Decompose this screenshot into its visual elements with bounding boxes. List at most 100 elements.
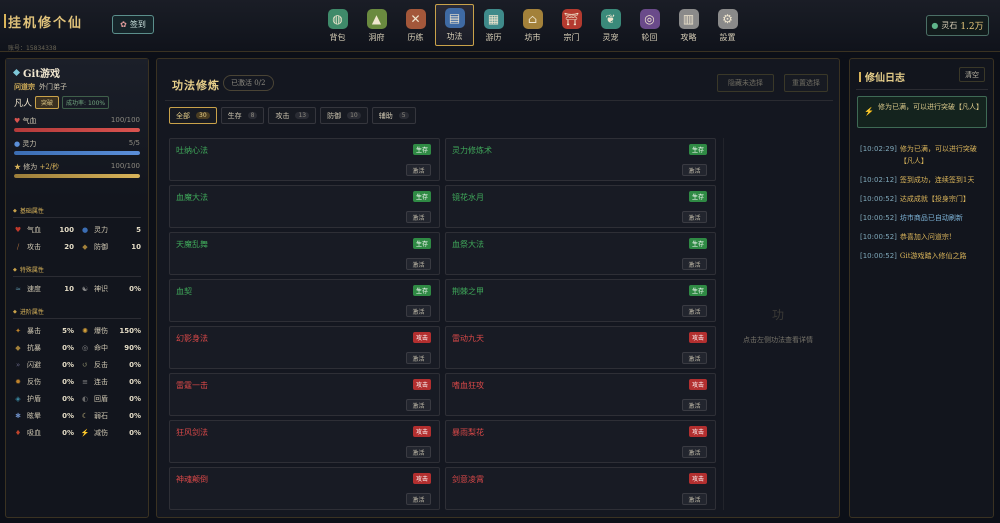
checkin-button[interactable]: ✿ 签到 [112, 15, 154, 34]
skill-card[interactable]: 雷霆一击 攻击 激活 [169, 373, 440, 416]
nav-item-gear[interactable]: ⚙ 設置 [708, 4, 747, 46]
attribute-name: 抗暴 [27, 343, 41, 352]
detail-hint: 点击左侧功法查看详情 [743, 336, 813, 344]
activate-button[interactable]: 激活 [406, 305, 431, 317]
stat-bar-fill [14, 128, 140, 132]
skill-name: 雷动九天 [452, 334, 484, 343]
activate-button[interactable]: 激活 [682, 211, 707, 223]
activate-button[interactable]: 激活 [682, 399, 707, 411]
log-panel: 修仙日志 清空 ⚡ 修为已满，可以进行突破【凡人】 [10:02:29] 修为已满… [849, 58, 994, 518]
stat-bar-label: 修为 [23, 163, 38, 171]
attribute-name: 吸血 [27, 428, 41, 437]
character-name: Git游戏 [23, 69, 60, 80]
log-entry: [10:02:29] 修为已满，可以进行突破【凡人】 [860, 143, 990, 167]
skill-card[interactable]: 雷动九天 攻击 激活 [445, 326, 716, 369]
skill-type-badge: 生存 [412, 144, 431, 155]
activate-button[interactable]: 激活 [682, 352, 707, 364]
breakthrough-notice[interactable]: ⚡ 修为已满，可以进行突破【凡人】 [857, 96, 987, 128]
filter-tab[interactable]: 生存 8 [220, 107, 265, 124]
attribute-item: ◐ 回盾 0% [80, 390, 141, 407]
nav-item-cave[interactable]: ▲ 洞府 [357, 4, 396, 46]
attribute-grid: ≈ 速度 10 ☯ 神识 0% [13, 277, 141, 300]
attribute-name: 眩晕 [27, 411, 41, 420]
attribute-value: 0% [129, 284, 141, 293]
skill-card[interactable]: 荆棘之甲 生存 激活 [445, 279, 716, 322]
attribute-name: 防御 [94, 242, 108, 251]
activate-button[interactable]: 激活 [682, 305, 707, 317]
skill-card[interactable]: 天魔乱舞 生存 激活 [169, 232, 440, 275]
skill-name: 剑意凌霄 [452, 475, 484, 484]
activate-button[interactable]: 激活 [406, 446, 431, 458]
hide-unselected-button[interactable]: 隐藏未选择 [717, 74, 774, 92]
nav-label: 背包 [329, 33, 346, 42]
nav-label: 攻略 [680, 33, 697, 42]
nav-item-pet[interactable]: ❦ 灵宠 [591, 4, 630, 46]
nav-item-map[interactable]: ▦ 游历 [474, 4, 513, 46]
activate-button[interactable]: 激活 [682, 493, 707, 505]
skill-type-badge: 攻击 [412, 332, 431, 343]
nav-item-book[interactable]: ▤ 功法 [435, 4, 474, 46]
nav-item-gate[interactable]: ⛩ 宗门 [552, 4, 591, 46]
filter-tab[interactable]: 辅助 5 [371, 107, 416, 124]
skill-card[interactable]: 血契 生存 激活 [169, 279, 440, 322]
log-list: [10:02:29] 修为已满，可以进行突破【凡人】 [10:02:12] 签到成功，… [860, 143, 990, 269]
stat-bar-xp: ★ 修为 +2/秒 100/100 [14, 162, 140, 178]
activate-button[interactable]: 激活 [406, 258, 431, 270]
stat-bar-value: 100/100 [110, 162, 140, 170]
stat-bar-label: 灵力 [22, 140, 37, 148]
attribute-value: 20 [64, 242, 74, 251]
filter-tab[interactable]: 防御 10 [320, 107, 368, 124]
activate-button[interactable]: 激活 [682, 258, 707, 270]
activate-button[interactable]: 激活 [406, 399, 431, 411]
filter-tab[interactable]: 全部 30 [169, 107, 217, 124]
skill-card[interactable]: 灵力修炼术 生存 激活 [445, 138, 716, 181]
activate-button[interactable]: 激活 [406, 493, 431, 505]
skill-card[interactable]: 幻影身法 攻击 激活 [169, 326, 440, 369]
skill-name: 镜花水月 [452, 193, 484, 202]
nav-item-market[interactable]: ⌂ 坊市 [513, 4, 552, 46]
realm-row: 凡人 突破 成功率: 100% [14, 96, 140, 109]
nav-item-swords[interactable]: ✕ 历练 [396, 4, 435, 46]
activate-button[interactable]: 激活 [682, 446, 707, 458]
skill-card[interactable]: 血魔大法 生存 激活 [169, 185, 440, 228]
nav-item-cycle[interactable]: ◎ 轮回 [630, 4, 669, 46]
clear-log-button[interactable]: 清空 [959, 67, 985, 82]
skill-card[interactable]: 镜花水月 生存 激活 [445, 185, 716, 228]
swords-icon: ✕ [405, 9, 426, 29]
reset-selection-button[interactable]: 重置选择 [784, 74, 828, 92]
skill-card[interactable]: 剑意凌霄 攻击 激活 [445, 467, 716, 510]
skill-card[interactable]: 吐纳心法 生存 激活 [169, 138, 440, 181]
activate-button[interactable]: 激活 [406, 352, 431, 364]
breakthrough-button[interactable]: 突破 [35, 96, 60, 109]
activate-button[interactable]: 激活 [406, 164, 431, 176]
skill-card[interactable]: 暴雨梨花 攻击 激活 [445, 420, 716, 463]
book-icon: ▤ [444, 8, 465, 28]
top-bar: 挂机修个仙 账号：15834338 ✿ 签到 ◍ 背包 ▲ 洞府 ✕ 历练 ▤ 功法 ▦ 游历 ⌂ 坊… [0, 0, 1000, 52]
skill-card[interactable]: 狂风剑法 攻击 激活 [169, 420, 440, 463]
reflect-icon: ✹ [15, 377, 21, 386]
filter-label: 辅助 [378, 111, 393, 120]
log-text: 达成成就【投身宗门】 [899, 195, 970, 203]
skill-card[interactable]: 神魂颠倒 攻击激活 [169, 467, 440, 510]
skill-name: 神魂颠倒 [176, 475, 208, 484]
stat-bar-rate: +2/秒 [37, 163, 60, 171]
stat-bar-track [14, 174, 140, 178]
log-time: [10:00:52] [860, 233, 897, 241]
attribute-name: 速度 [27, 284, 41, 293]
skill-type-badge: 攻击 [412, 473, 431, 484]
activate-button[interactable]: 激活 [682, 164, 707, 176]
filter-tab[interactable]: 攻击 13 [268, 107, 317, 124]
heart-icon: ♥ [14, 225, 22, 234]
attribute-value: 5 [136, 225, 141, 234]
log-text: 坊市商品已自动刷新 [899, 214, 963, 222]
attribute-item: / 攻击 20 [13, 238, 74, 255]
skill-card[interactable]: 嗜血狂攻 攻击 激活 [445, 373, 716, 416]
nav-item-guide[interactable]: ▥ 攻略 [669, 4, 708, 46]
nav-label: 灵宠 [602, 33, 619, 42]
activate-button[interactable]: 激活 [406, 211, 431, 223]
skill-type-badge: 生存 [412, 238, 431, 249]
notice-text: 修为已满，可以进行突破【凡人】 [878, 103, 983, 111]
attribute-value: 0% [62, 360, 74, 369]
nav-item-bag[interactable]: ◍ 背包 [318, 4, 357, 46]
skill-card[interactable]: 血祭大法 生存 激活 [445, 232, 716, 275]
